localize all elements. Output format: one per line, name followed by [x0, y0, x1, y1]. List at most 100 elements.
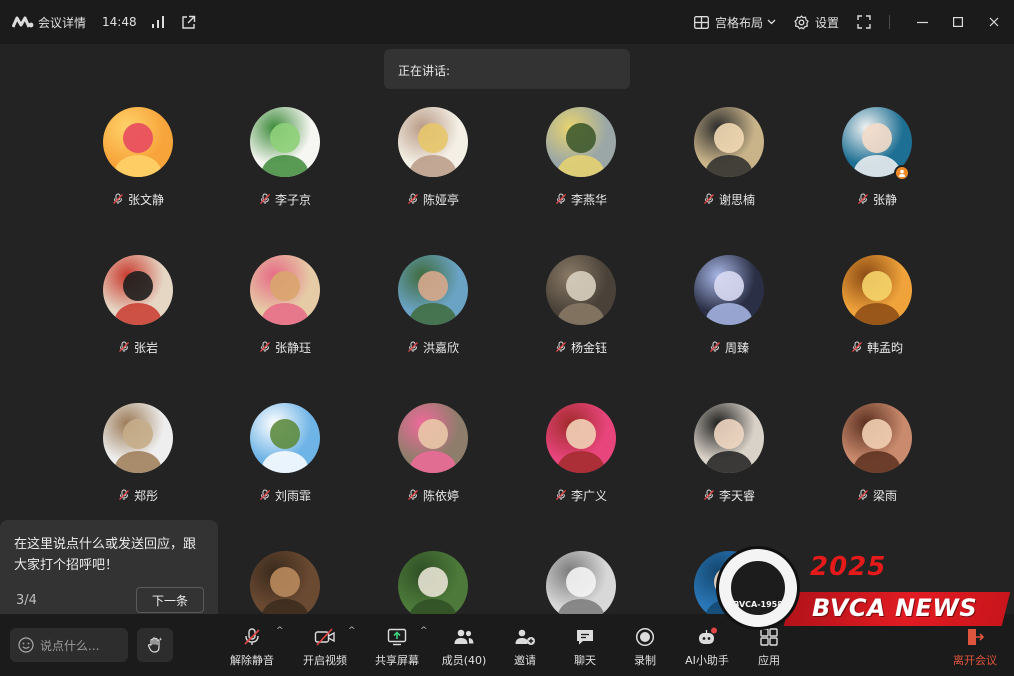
participant-avatar — [398, 403, 468, 473]
participant-name: 梁雨 — [872, 488, 897, 503]
members-button[interactable]: 成员(40) — [441, 626, 487, 670]
participant-avatar — [694, 107, 764, 177]
participant-name-row: 张静 — [817, 191, 937, 207]
tip-page-indicator: 3/4 — [16, 593, 37, 608]
participant-tile[interactable]: 周臻 — [669, 255, 789, 365]
participant-avatar — [546, 107, 616, 177]
start-video-label: 开启视频 — [303, 654, 347, 667]
participant-avatar — [694, 403, 764, 473]
unmute-button[interactable]: 解除静音 — [229, 626, 275, 670]
participant-tile[interactable]: 梁雨 — [817, 403, 937, 513]
participant-name: 张文静 — [127, 192, 164, 207]
video-options-chevron[interactable]: ^ — [348, 626, 356, 636]
share-screen-button[interactable]: 共享屏幕 — [374, 626, 420, 670]
raise-hand-button[interactable] — [137, 628, 173, 662]
members-icon — [454, 629, 474, 644]
chat-bubble-icon — [577, 630, 593, 645]
participant-name: 李燕华 — [570, 192, 607, 207]
participant-tile[interactable]: 陈娅亭 — [373, 107, 493, 217]
participant-tile[interactable]: 刘雨霏 — [225, 403, 345, 513]
participant-tile[interactable]: 李天睿 — [669, 403, 789, 513]
participant-tile[interactable]: 张静珏 — [225, 255, 345, 365]
participant-name: 韩孟昀 — [866, 340, 903, 355]
mic-muted-icon — [407, 489, 419, 501]
participant-tile[interactable]: 郑彤 — [78, 403, 198, 513]
participant-name: 张静珏 — [274, 340, 311, 355]
participant-tile[interactable]: 李广义 — [521, 403, 641, 513]
participant-tile[interactable]: 洪嘉欣 — [373, 255, 493, 365]
participant-name-row: 谢思楠 — [669, 191, 789, 207]
audio-options-chevron[interactable]: ^ — [276, 626, 284, 636]
participant-avatar — [250, 107, 320, 177]
participant-avatar — [546, 403, 616, 473]
participant-avatar — [546, 551, 616, 621]
participant-name-row: 陈依婷 — [373, 487, 493, 503]
mic-muted-icon — [407, 341, 419, 353]
mic-muted-icon — [703, 193, 715, 205]
mic-muted-icon — [555, 489, 567, 501]
watermark-year: 2025 — [810, 552, 887, 582]
participant-name: 李天睿 — [718, 488, 755, 503]
watermark-title: BVCA NEWS — [812, 594, 978, 622]
mic-muted-icon — [857, 193, 869, 205]
participant-name: 李广义 — [570, 488, 607, 503]
unmute-label: 解除静音 — [230, 654, 274, 667]
start-video-button[interactable]: 开启视频 — [302, 626, 348, 670]
participant-avatar — [398, 107, 468, 177]
participant-tile[interactable]: 李燕华 — [521, 107, 641, 217]
mic-muted-icon — [259, 193, 271, 205]
mic-muted-icon — [112, 193, 124, 205]
participant-name-row: 洪嘉欣 — [373, 339, 493, 355]
host-badge-icon — [894, 165, 910, 181]
smiley-icon — [18, 637, 34, 653]
mic-muted-icon — [118, 489, 130, 501]
share-options-chevron[interactable]: ^ — [420, 626, 428, 636]
ai-assistant-label: AI小助手 — [685, 654, 729, 667]
participant-name: 郑彤 — [133, 488, 158, 503]
bvca-news-watermark: BVCA-1958 2025 BVCA NEWS — [712, 544, 1014, 648]
mic-muted-icon — [703, 489, 715, 501]
participant-name: 李子京 — [274, 192, 311, 207]
tip-next-button[interactable]: 下一条 — [136, 587, 204, 613]
members-label: 成员(40) — [441, 654, 487, 667]
mic-muted-icon — [851, 341, 863, 353]
mic-muted-icon — [407, 193, 419, 205]
participant-avatar — [842, 255, 912, 325]
participant-name: 张静 — [872, 192, 897, 207]
chat-label: 聊天 — [574, 654, 596, 667]
participant-avatar — [250, 551, 320, 621]
participant-avatar — [250, 403, 320, 473]
participant-tile[interactable]: 谢思楠 — [669, 107, 789, 217]
mic-muted-icon — [259, 341, 271, 353]
chat-button[interactable]: 聊天 — [573, 626, 597, 670]
tip-message: 在这里说点什么或发送回应，跟大家打个招呼吧！ — [14, 537, 197, 573]
participant-tile[interactable]: 李子京 — [225, 107, 345, 217]
participant-name: 周臻 — [724, 340, 749, 355]
participant-tile[interactable]: 杨金钰 — [521, 255, 641, 365]
participant-tile[interactable]: 陈依婷 — [373, 403, 493, 513]
participant-avatar — [398, 551, 468, 621]
quick-chat-input[interactable]: 说点什么... — [10, 628, 128, 662]
bvca-seal-text: BVCA-1958 — [729, 559, 787, 617]
camera-off-icon — [314, 628, 335, 646]
participant-tile[interactable]: 张静 — [817, 107, 937, 217]
participant-name-row: 韩孟昀 — [817, 339, 937, 355]
mic-off-icon — [244, 628, 260, 645]
participant-name: 洪嘉欣 — [422, 340, 459, 355]
participant-tile[interactable]: 张岩 — [78, 255, 198, 365]
participant-tile[interactable]: 韩孟昀 — [817, 255, 937, 365]
participant-name-row: 杨金钰 — [521, 339, 641, 355]
participant-avatar — [694, 255, 764, 325]
participant-avatar — [398, 255, 468, 325]
participant-name-row: 李天睿 — [669, 487, 789, 503]
participant-avatar — [103, 255, 173, 325]
invite-button[interactable]: 邀请 — [510, 626, 540, 670]
participant-tile[interactable]: 张文静 — [78, 107, 198, 217]
bvca-seal-logo: BVCA-1958 — [716, 546, 800, 630]
participant-name-row: 李子京 — [225, 191, 345, 207]
participant-avatar — [103, 107, 173, 177]
record-button[interactable]: 录制 — [633, 626, 657, 670]
apps-label: 应用 — [758, 654, 780, 667]
mic-muted-icon — [259, 489, 271, 501]
participant-name-row: 张岩 — [78, 339, 198, 355]
